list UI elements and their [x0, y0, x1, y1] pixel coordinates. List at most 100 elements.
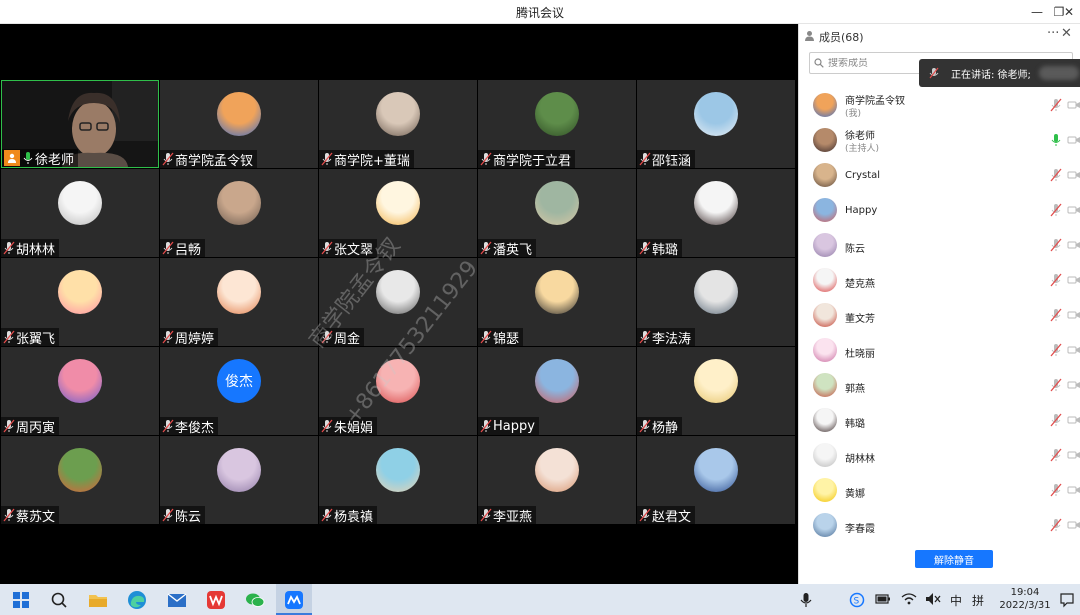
video-tile[interactable]: 周金 — [319, 258, 477, 346]
video-tile[interactable]: Happy — [478, 347, 636, 435]
video-tile[interactable]: 朱娟娟 — [319, 347, 477, 435]
camera-off-icon[interactable] — [1067, 345, 1080, 355]
video-tile[interactable]: 赵君文 — [637, 436, 795, 524]
camera-off-icon[interactable] — [1067, 205, 1080, 215]
member-row[interactable]: 楚克燕 — [799, 263, 1080, 298]
member-avatar — [813, 443, 837, 467]
video-tile[interactable]: 蔡苏文 — [1, 436, 159, 524]
video-tile[interactable]: 商学院于立君 — [478, 80, 636, 168]
video-tile[interactable]: 周婷婷 — [160, 258, 318, 346]
mic-muted-icon — [639, 330, 651, 344]
edge-browser-icon[interactable] — [126, 589, 148, 611]
member-row[interactable]: Happy — [799, 193, 1080, 228]
tray-ime-layout[interactable]: 拼 — [972, 592, 984, 609]
member-row[interactable]: 胡林林 — [799, 438, 1080, 473]
member-row[interactable]: 李春霞 — [799, 508, 1080, 543]
mic-active-icon[interactable] — [1050, 133, 1062, 147]
mic-muted-icon[interactable] — [1050, 98, 1062, 112]
member-row[interactable]: 黄娜 — [799, 473, 1080, 508]
avatar — [535, 359, 579, 403]
member-row[interactable]: 韩璐 — [799, 403, 1080, 438]
mic-muted-icon[interactable] — [1050, 273, 1062, 287]
video-tile[interactable]: 商学院孟令钗 — [160, 80, 318, 168]
participant-name: 商学院+董瑞 — [334, 153, 410, 169]
video-tile[interactable]: 潘英飞 — [478, 169, 636, 257]
mic-muted-icon[interactable] — [1050, 413, 1062, 427]
video-tile[interactable]: 张翼飞 — [1, 258, 159, 346]
member-row[interactable]: 董文芳 — [799, 298, 1080, 333]
video-tile[interactable]: 吕畅 — [160, 169, 318, 257]
wechat-icon[interactable] — [244, 589, 266, 611]
mic-muted-icon[interactable] — [1050, 448, 1062, 462]
video-tile[interactable]: 邵钰涵 — [637, 80, 795, 168]
notification-icon[interactable] — [1059, 592, 1075, 608]
mic-muted-icon[interactable] — [1050, 378, 1062, 392]
camera-off-icon[interactable] — [1067, 380, 1080, 390]
search-icon[interactable] — [48, 589, 70, 611]
video-tile[interactable]: 杨袁禛 — [319, 436, 477, 524]
camera-off-icon[interactable] — [1067, 170, 1080, 180]
member-row[interactable]: 陈云 — [799, 228, 1080, 263]
mic-muted-icon — [480, 152, 492, 166]
avatar — [694, 359, 738, 403]
mic-muted-icon[interactable] — [1050, 308, 1062, 322]
camera-off-icon[interactable] — [1067, 415, 1080, 425]
mic-muted-icon[interactable] — [1050, 518, 1062, 532]
camera-off-icon[interactable] — [1067, 100, 1080, 110]
video-tile[interactable]: 李亚燕 — [478, 436, 636, 524]
member-row[interactable]: 商学院孟令钗 (我) — [799, 88, 1080, 123]
mic-muted-icon[interactable] — [1050, 203, 1062, 217]
video-tile[interactable]: 俊杰 李俊杰 — [160, 347, 318, 435]
video-tile-self[interactable]: 徐老师 — [1, 80, 159, 168]
video-area: 徐老师 商学院孟令钗 商学院+董瑞 商学院于立君 邵钰涵胡林林 吕畅 张文翠 潘英飞 韩璐张翼… — [0, 24, 798, 584]
video-tile[interactable]: 商学院+董瑞 — [319, 80, 477, 168]
camera-off-icon[interactable] — [1067, 485, 1080, 495]
video-tile[interactable]: 锦瑟 — [478, 258, 636, 346]
member-row[interactable]: Crystal — [799, 158, 1080, 193]
close-icon[interactable]: ✕ — [1060, 3, 1078, 21]
member-row[interactable]: 徐老师 (主持人) — [799, 123, 1080, 158]
tray-battery-icon[interactable] — [875, 593, 891, 605]
wps-office-icon[interactable] — [205, 589, 227, 611]
video-tile[interactable]: 李法涛 — [637, 258, 795, 346]
camera-off-icon[interactable] — [1067, 310, 1080, 320]
video-tile[interactable]: 周丙寅 — [1, 347, 159, 435]
file-explorer-icon[interactable] — [87, 589, 109, 611]
mail-icon[interactable] — [166, 589, 188, 611]
mic-muted-icon — [162, 508, 174, 522]
video-tile[interactable]: 陈云 — [160, 436, 318, 524]
mic-muted-icon[interactable] — [1050, 238, 1062, 252]
tray-ime-mode[interactable]: 中 — [950, 592, 962, 609]
mic-muted-icon[interactable] — [1050, 343, 1062, 357]
camera-off-icon[interactable] — [1067, 275, 1080, 285]
mic-muted-icon — [321, 508, 333, 522]
camera-off-icon[interactable] — [1067, 135, 1080, 145]
participant-namebar: 李法涛 — [637, 328, 696, 346]
mic-muted-icon[interactable] — [1050, 483, 1062, 497]
camera-off-icon[interactable] — [1067, 450, 1080, 460]
taskbar-clock[interactable]: 19:04 2022/3/31 — [996, 586, 1054, 612]
video-tile[interactable]: 胡林林 — [1, 169, 159, 257]
tray-mic-icon[interactable] — [800, 592, 812, 608]
tencent-meeting-icon[interactable] — [283, 589, 305, 611]
more-options-icon[interactable]: ··· — [1047, 26, 1059, 41]
mic-muted-icon[interactable] — [1050, 168, 1062, 182]
member-name: 胡林林 — [845, 454, 875, 465]
tray-security-icon[interactable]: S — [849, 592, 865, 608]
avatar — [58, 270, 102, 314]
video-tile[interactable]: 韩璐 — [637, 169, 795, 257]
camera-off-icon[interactable] — [1067, 520, 1080, 530]
camera-off-icon[interactable] — [1067, 240, 1080, 250]
video-tile[interactable]: 张文翠 — [319, 169, 477, 257]
member-name: 李春霞 — [845, 524, 875, 535]
member-row[interactable]: 杜晓丽 — [799, 333, 1080, 368]
unmute-button[interactable]: 解除静音 — [915, 550, 993, 568]
video-tile[interactable]: 杨静 — [637, 347, 795, 435]
participant-name: 潘英飞 — [493, 242, 533, 258]
member-row[interactable]: 郭燕 — [799, 368, 1080, 403]
tray-wifi-icon[interactable] — [901, 592, 917, 606]
panel-close-icon[interactable]: ✕ — [1061, 26, 1072, 41]
windows-start-icon[interactable] — [10, 589, 32, 611]
tray-volume-muted-icon[interactable] — [925, 592, 941, 606]
minimize-icon[interactable]: — — [1028, 3, 1046, 21]
